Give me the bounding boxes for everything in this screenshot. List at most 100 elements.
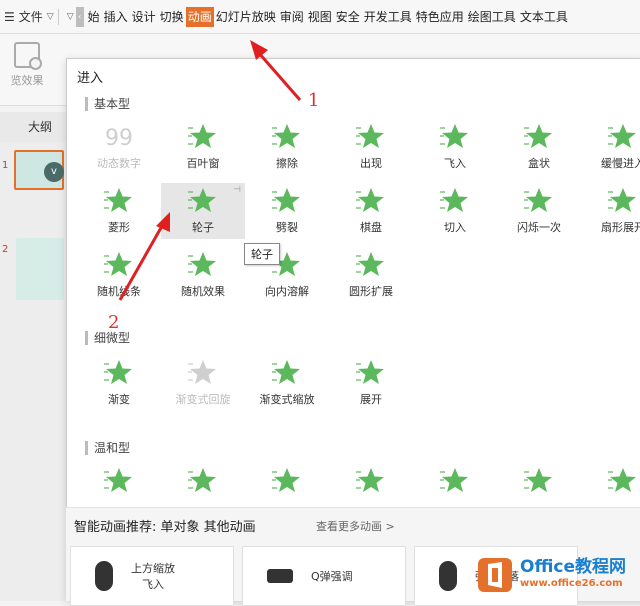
- tab-special-apps[interactable]: 特色应用: [414, 7, 466, 27]
- tab-drawing-tools[interactable]: 绘图工具: [466, 7, 518, 27]
- tooltip: 轮子: [244, 243, 280, 265]
- animation-effect-item[interactable]: 擦除: [245, 119, 329, 175]
- animation-effect-item[interactable]: 渐变式缩放: [245, 355, 329, 411]
- animation-effect-item[interactable]: 随机效果: [161, 247, 245, 303]
- pin-icon[interactable]: ⊣: [233, 185, 241, 195]
- star-effect-icon[interactable]: [608, 467, 638, 493]
- star-effect-icon: [524, 123, 554, 149]
- recommend-card[interactable]: 上方缩放 飞入: [70, 546, 234, 606]
- animation-effect-label: 劈裂: [276, 221, 298, 234]
- recommend-card[interactable]: Q弹强调: [242, 546, 406, 606]
- outline-tab-label: 大纲: [28, 120, 53, 134]
- tab-transition[interactable]: 切换: [158, 7, 186, 27]
- animation-effect-item[interactable]: 切入: [413, 183, 497, 239]
- animation-effect-label: 缓慢进入: [601, 157, 640, 170]
- animation-effect-item[interactable]: 棋盘: [329, 183, 413, 239]
- animation-effect-item[interactable]: 扇形展开: [581, 183, 640, 239]
- recommend-card-title: Q弹强调: [311, 570, 353, 583]
- see-more-link[interactable]: 查看更多动画 >: [316, 518, 395, 534]
- annotation-number: 2: [108, 312, 120, 333]
- animation-effect-item[interactable]: 随机线条: [77, 247, 161, 303]
- animation-effect-label: 展开: [360, 393, 382, 406]
- tab-scroll-left-icon[interactable]: ‹: [75, 6, 84, 27]
- star-effect-icon: [104, 187, 134, 213]
- slide-badge: v: [44, 162, 64, 182]
- outline-tab[interactable]: 大纲: [0, 112, 66, 142]
- slide-number: 2: [2, 244, 9, 255]
- animation-effect-item[interactable]: 渐变: [77, 355, 161, 411]
- star-effect-icon: [524, 187, 554, 213]
- star-effect-icon[interactable]: [440, 467, 470, 493]
- tab-home[interactable]: 始: [86, 7, 102, 27]
- section-label: 基本型: [85, 97, 130, 111]
- panel-title: 进入: [77, 71, 104, 86]
- star-effect-icon: [188, 123, 218, 149]
- animation-effect-item[interactable]: 出现: [329, 119, 413, 175]
- star-effect-icon: [188, 359, 218, 385]
- star-effect-icon[interactable]: [188, 467, 218, 493]
- file-menu[interactable]: ☰ 文件 ▽: [0, 8, 54, 25]
- preview-effect-button[interactable]: 览效果: [2, 42, 52, 102]
- star-effect-icon[interactable]: [524, 467, 554, 493]
- animation-effect-item[interactable]: 百叶窗: [161, 119, 245, 175]
- dynamic-number-icon: 99: [104, 123, 134, 151]
- quick-access-dropdown-icon[interactable]: ▽: [67, 12, 74, 22]
- tab-animation[interactable]: 动画: [185, 6, 214, 27]
- animation-effect-label: 动态数字: [97, 157, 141, 170]
- recommend-card-subtitle: 飞入: [142, 578, 164, 591]
- animation-effect-item[interactable]: 展开: [329, 355, 413, 411]
- smart-heading: 智能动画推荐: 单对象 其他动画: [74, 520, 256, 535]
- chevron-down-icon: ▽: [46, 11, 54, 22]
- star-effect-icon: [356, 251, 386, 277]
- animation-effect-item[interactable]: 劈裂: [245, 183, 329, 239]
- star-effect-icon: [356, 123, 386, 149]
- star-effect-icon: [440, 123, 470, 149]
- animation-effect-label: 擦除: [276, 157, 298, 170]
- star-effect-icon: [188, 251, 218, 277]
- star-effect-icon[interactable]: [104, 467, 134, 493]
- star-effect-icon: [356, 359, 386, 385]
- menu-bar: ☰ 文件 ▽ ▽ ‹ 始 插入 设计 切换 动画 幻灯片放映 审阅 视图 安全 …: [0, 0, 640, 34]
- preview-effect-label: 览效果: [10, 74, 44, 87]
- tab-review[interactable]: 审阅: [278, 7, 306, 27]
- hamburger-icon: ☰: [4, 9, 15, 24]
- animation-effect-item[interactable]: 圆形扩展: [329, 247, 413, 303]
- animation-effect-item[interactable]: 飞入: [413, 119, 497, 175]
- tab-developer[interactable]: 开发工具: [362, 7, 414, 27]
- animation-preview-icon: [439, 561, 457, 591]
- tab-security[interactable]: 安全: [334, 7, 362, 27]
- slide-thumbnail-pane: [0, 142, 66, 601]
- star-effect-icon: [272, 187, 302, 213]
- section-label: 细微型: [85, 331, 130, 345]
- animation-effect-label: 切入: [444, 221, 466, 234]
- slide-thumbnail-1[interactable]: v: [14, 150, 64, 190]
- star-effect-icon: [608, 123, 638, 149]
- star-effect-icon[interactable]: [356, 467, 386, 493]
- star-effect-icon: [272, 359, 302, 385]
- preview-icon: [14, 42, 42, 70]
- animation-effect-item[interactable]: 菱形: [77, 183, 161, 239]
- tab-slideshow[interactable]: 幻灯片放映: [214, 7, 278, 27]
- animation-effect-label: 扇形展开: [601, 221, 640, 234]
- animation-effect-item[interactable]: 渐变式回旋: [161, 355, 245, 411]
- tab-view[interactable]: 视图: [306, 7, 334, 27]
- animation-effect-item[interactable]: 缓慢进入: [581, 119, 640, 175]
- slide-thumbnail-2[interactable]: [16, 238, 64, 300]
- animation-effect-item[interactable]: 盒状: [497, 119, 581, 175]
- tab-text-tools[interactable]: 文本工具: [518, 7, 570, 27]
- animation-effect-label: 闪烁一次: [517, 221, 561, 234]
- star-effect-icon: [104, 251, 134, 277]
- star-effect-icon[interactable]: [272, 467, 302, 493]
- animation-preview-icon: [95, 561, 113, 591]
- animation-effect-item[interactable]: 轮子 ⊣: [161, 183, 245, 239]
- animation-effect-item[interactable]: 闪烁一次: [497, 183, 581, 239]
- star-effect-icon: [188, 187, 218, 213]
- star-effect-icon: [104, 359, 134, 385]
- star-effect-icon: [272, 123, 302, 149]
- tab-insert[interactable]: 插入: [102, 7, 130, 27]
- annotation-number: 1: [308, 90, 320, 111]
- animation-effect-item[interactable]: 99 动态数字: [77, 119, 161, 175]
- tab-design[interactable]: 设计: [130, 7, 158, 27]
- svg-text:99: 99: [105, 126, 133, 149]
- watermark-url: www.office26.com: [520, 578, 623, 589]
